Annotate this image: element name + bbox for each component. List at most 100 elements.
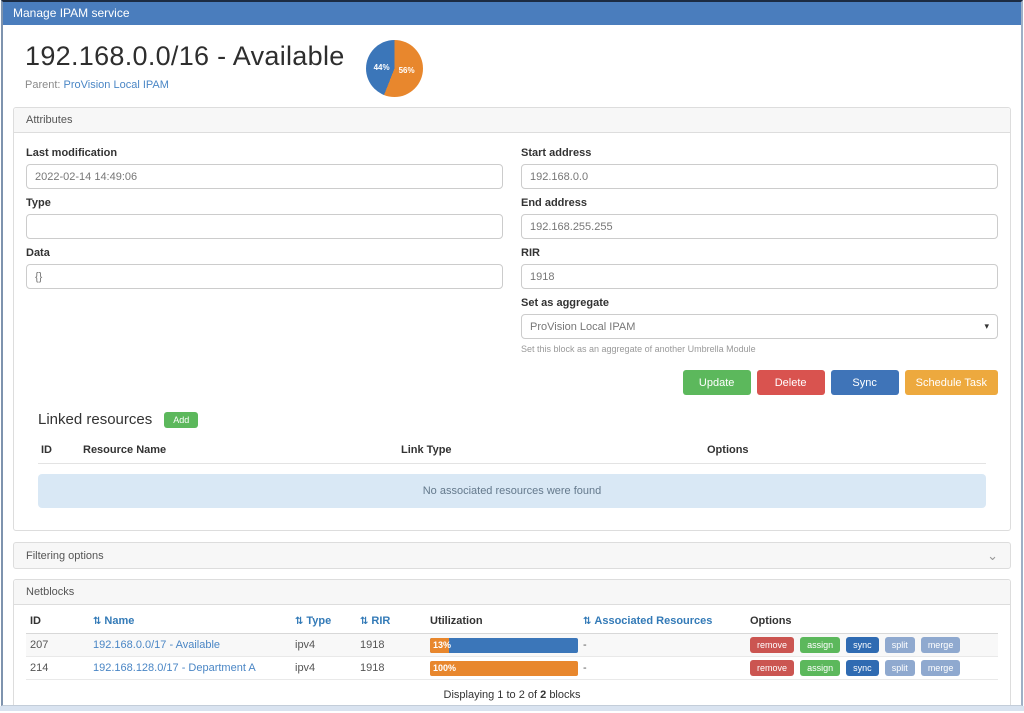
title-block: 192.168.0.0/16 - Available Parent: ProVi…: [25, 31, 345, 91]
select-caret-icon: ▾: [984, 322, 989, 331]
attributes-form: Last modification Type Data Start addres…: [26, 139, 998, 395]
window-title-bar: Manage IPAM service: [3, 2, 1021, 25]
netblocks-header-associated[interactable]: ⇅Associated Resources: [579, 611, 746, 634]
netblocks-header-name[interactable]: ⇅Name: [89, 611, 291, 634]
netblocks-header-rir[interactable]: ⇅RIR: [356, 611, 426, 634]
split-button[interactable]: split: [885, 660, 915, 676]
sort-icon: ⇅: [93, 616, 101, 627]
parent-link[interactable]: ProVision Local IPAM: [64, 79, 169, 91]
page-header: 192.168.0.0/16 - Available Parent: ProVi…: [13, 25, 1011, 107]
linked-resources-title: Linked resources: [38, 411, 152, 428]
netblock-type: ipv4: [291, 634, 356, 657]
pie-slice-label-free: 44%: [374, 63, 390, 72]
netblock-row: 207 192.168.0.0/17 - Available ipv4 1918…: [26, 634, 998, 657]
netblock-link[interactable]: 192.168.128.0/17 - Department A: [93, 662, 256, 674]
netblocks-header-options: Options: [746, 611, 998, 634]
netblock-associated: -: [579, 634, 746, 657]
data-label: Data: [26, 247, 503, 259]
attributes-panel-heading: Attributes: [14, 108, 1010, 133]
linked-header-options: Options: [707, 444, 983, 456]
filtering-options-panel[interactable]: Filtering options ⌄: [13, 542, 1011, 569]
end-address-label: End address: [521, 197, 998, 209]
set-as-aggregate-label: Set as aggregate: [521, 297, 998, 309]
split-button[interactable]: split: [885, 637, 915, 653]
end-address-field[interactable]: [521, 214, 998, 239]
pie-slice-label-used: 56%: [399, 66, 415, 75]
last-modification-field[interactable]: [26, 164, 503, 189]
sort-icon: ⇅: [583, 616, 591, 627]
netblocks-header-utilization: Utilization: [426, 611, 579, 634]
type-field[interactable]: [26, 214, 503, 239]
linked-header-resource-name: Resource Name: [83, 444, 401, 456]
netblock-type: ipv4: [291, 657, 356, 680]
linked-header-id: ID: [41, 444, 83, 456]
netblocks-header-type[interactable]: ⇅Type: [291, 611, 356, 634]
sort-icon: ⇅: [360, 616, 368, 627]
merge-button[interactable]: merge: [921, 660, 961, 676]
attributes-panel-body: Last modification Type Data Start addres…: [14, 133, 1010, 530]
netblock-row: 214 192.168.128.0/17 - Department A ipv4…: [26, 657, 998, 680]
netblock-id: 214: [26, 657, 89, 680]
linked-resources-section: Linked resources Add ID Resource Name Li…: [26, 395, 998, 520]
netblocks-header-id: ID: [26, 611, 89, 634]
netblock-link[interactable]: 192.168.0.0/17 - Available: [93, 639, 220, 651]
netblock-options: remove assign sync split merge: [746, 634, 998, 657]
start-address-field[interactable]: [521, 164, 998, 189]
delete-button[interactable]: Delete: [757, 370, 825, 395]
utilization-bar: 13%: [430, 638, 578, 653]
netblocks-panel-heading: Netblocks: [14, 580, 1010, 605]
utilization-bar: 100%: [430, 661, 578, 676]
remove-button[interactable]: remove: [750, 660, 794, 676]
page-bottom-strip: [0, 706, 1024, 711]
utilization-label: 13%: [433, 640, 451, 650]
utilization-pie-chart: 44% 56%: [366, 40, 423, 97]
page-title: 192.168.0.0/16 - Available: [25, 41, 345, 72]
sync-row-button[interactable]: sync: [846, 660, 879, 676]
chevron-down-icon: ⌄: [987, 549, 998, 562]
netblock-options: remove assign sync split merge: [746, 657, 998, 680]
rir-field[interactable]: [521, 264, 998, 289]
netblocks-panel-body: ID ⇅Name ⇅Type ⇅RIR Utilization ⇅Associa…: [14, 605, 1010, 706]
update-button[interactable]: Update: [683, 370, 751, 395]
remove-button[interactable]: remove: [750, 637, 794, 653]
last-modification-label: Last modification: [26, 147, 503, 159]
pagination-status: Displaying 1 to 2 of 2 blocks: [26, 680, 998, 704]
linked-resources-title-row: Linked resources Add: [38, 411, 986, 428]
assign-button[interactable]: assign: [800, 660, 840, 676]
sync-row-button[interactable]: sync: [846, 637, 879, 653]
sort-icon: ⇅: [295, 616, 303, 627]
linked-resources-table-header: ID Resource Name Link Type Options: [38, 444, 986, 464]
set-as-aggregate-value: ProVision Local IPAM: [530, 321, 635, 333]
attributes-panel: Attributes Last modification Type Data: [13, 107, 1011, 531]
merge-button[interactable]: merge: [921, 637, 961, 653]
netblock-rir: 1918: [356, 657, 426, 680]
parent-label: Parent:: [25, 79, 60, 91]
form-column-left: Last modification Type Data: [26, 139, 503, 395]
utilization-label: 100%: [433, 663, 456, 673]
sync-button[interactable]: Sync: [831, 370, 899, 395]
no-resources-alert: No associated resources were found: [38, 474, 986, 508]
form-column-right: Start address End address RIR Set as agg…: [521, 139, 998, 395]
netblock-associated: -: [579, 657, 746, 680]
netblocks-header-row: ID ⇅Name ⇅Type ⇅RIR Utilization ⇅Associa…: [26, 611, 998, 634]
type-label: Type: [26, 197, 503, 209]
filtering-options-title: Filtering options: [26, 550, 104, 562]
parent-line: Parent: ProVision Local IPAM: [25, 79, 345, 91]
assign-button[interactable]: assign: [800, 637, 840, 653]
netblocks-table: ID ⇅Name ⇅Type ⇅RIR Utilization ⇅Associa…: [26, 611, 998, 680]
start-address-label: Start address: [521, 147, 998, 159]
set-as-aggregate-help: Set this block as an aggregate of anothe…: [521, 344, 998, 354]
linked-header-link-type: Link Type: [401, 444, 707, 456]
netblocks-panel: Netblocks ID ⇅Name ⇅Type ⇅RIR Utilizatio…: [13, 579, 1011, 706]
netblock-rir: 1918: [356, 634, 426, 657]
page-content: 192.168.0.0/16 - Available Parent: ProVi…: [3, 25, 1021, 706]
netblock-id: 207: [26, 634, 89, 657]
add-resource-button[interactable]: Add: [164, 412, 198, 428]
app-window: Manage IPAM service 192.168.0.0/16 - Ava…: [1, 0, 1023, 706]
rir-label: RIR: [521, 247, 998, 259]
set-as-aggregate-select[interactable]: ProVision Local IPAM ▾: [521, 314, 998, 339]
schedule-task-button[interactable]: Schedule Task: [905, 370, 998, 395]
attributes-actions: Update Delete Sync Schedule Task: [521, 370, 998, 395]
window-title: Manage IPAM service: [13, 6, 130, 20]
data-field[interactable]: [26, 264, 503, 289]
